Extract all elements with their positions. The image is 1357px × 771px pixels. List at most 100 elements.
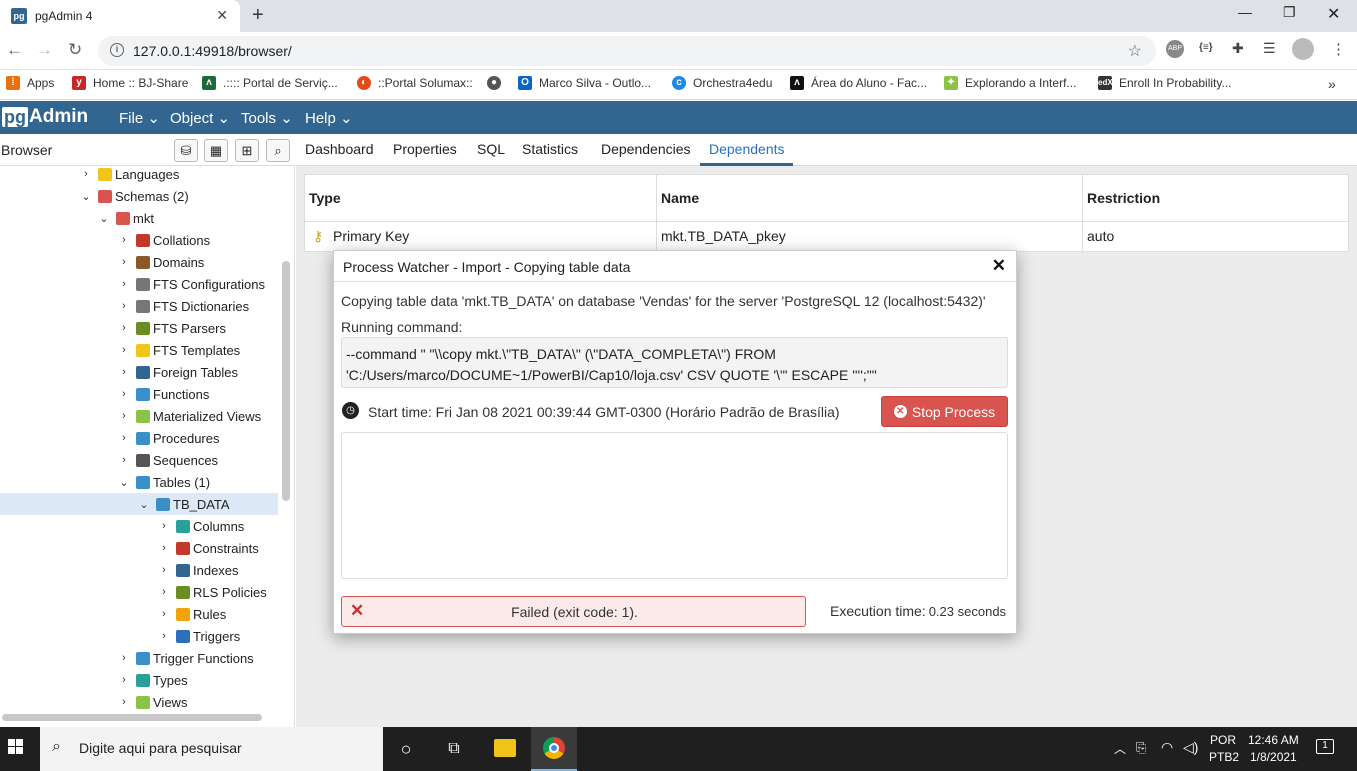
tree-horizontal-scrollbar[interactable] — [2, 714, 262, 721]
menu-object[interactable]: Object ⌄ — [170, 109, 230, 127]
tree-item-collations[interactable]: › Collations — [0, 229, 278, 251]
taskbar-search-box[interactable]: ⌕ Digite aqui para pesquisar — [40, 727, 383, 771]
forward-icon[interactable]: → — [36, 40, 53, 60]
tree-chevron-icon[interactable]: › — [118, 300, 130, 312]
network-icon[interactable]: ⎘ — [1136, 740, 1146, 756]
table-cell-type[interactable]: Primary Key — [333, 228, 409, 244]
tree-item-materialized-views[interactable]: › Materialized Views — [0, 405, 278, 427]
tree-item-fts-parsers[interactable]: › FTS Parsers — [0, 317, 278, 339]
wifi-icon[interactable]: ◠ — [1161, 739, 1173, 756]
tree-item-schemas-2[interactable]: ⌄ Schemas (2) — [0, 185, 278, 207]
pgadmin-logo[interactable]: pg Admin — [2, 106, 88, 128]
tab-dependencies[interactable]: Dependencies — [601, 141, 691, 157]
tree-item-tables-1[interactable]: ⌄ Tables (1) — [0, 471, 278, 493]
tab-properties[interactable]: Properties — [393, 141, 457, 157]
tree-item-domains[interactable]: › Domains — [0, 251, 278, 273]
show-hidden-icons-icon[interactable]: ︿ — [1114, 740, 1126, 757]
bookmark-star-icon[interactable]: ☆ — [1128, 41, 1142, 61]
tree-item-indexes[interactable]: › Indexes — [0, 559, 278, 581]
tree-chevron-icon[interactable]: › — [158, 630, 170, 642]
chrome-taskbar-button[interactable] — [531, 727, 577, 771]
address-bar[interactable]: i 127.0.0.1:49918/browser/ ☆ — [98, 36, 1156, 66]
bookmark-area-aluno[interactable]: ʌ Área do Aluno - Fac... — [790, 76, 927, 90]
volume-icon[interactable]: ◁) — [1183, 739, 1198, 756]
tree-chevron-icon[interactable]: › — [80, 168, 92, 180]
tree-item-foreign-tables[interactable]: › Foreign Tables — [0, 361, 278, 383]
restore-icon[interactable]: ❐ — [1283, 4, 1296, 21]
tree-chevron-icon[interactable]: › — [118, 696, 130, 708]
adblock-icon[interactable]: ABP — [1166, 40, 1184, 58]
tree-item-triggers[interactable]: › Triggers — [0, 625, 278, 647]
tree-chevron-icon[interactable]: › — [158, 586, 170, 598]
view-data-button[interactable]: ▦ — [204, 139, 228, 162]
tab-dashboard[interactable]: Dashboard — [305, 141, 374, 157]
process-log-area[interactable] — [341, 432, 1008, 579]
bookmark-apps[interactable]: ⁞ Apps — [6, 76, 54, 90]
json-viewer-icon[interactable]: {≡} — [1199, 42, 1213, 53]
browser-tab[interactable]: pg pgAdmin 4 ✕ — [0, 0, 240, 32]
menu-dots-icon[interactable]: ⋮ — [1331, 40, 1346, 58]
tree-item-sequences[interactable]: › Sequences — [0, 449, 278, 471]
clock-date[interactable]: 1/8/2021 — [1250, 750, 1297, 764]
bookmark-orchestra[interactable]: c Orchestra4edu — [672, 76, 772, 90]
tree-chevron-icon[interactable]: › — [118, 278, 130, 290]
bookmark-solumax[interactable]: ◐::Portal Solumax:: — [357, 76, 473, 90]
close-icon[interactable]: ✕ — [992, 256, 1006, 276]
tree-chevron-icon[interactable]: › — [118, 410, 130, 422]
tree-item-rules[interactable]: › Rules — [0, 603, 278, 625]
tree-chevron-icon[interactable]: ⌄ — [80, 190, 92, 203]
close-tab-icon[interactable]: ✕ — [216, 7, 228, 24]
tree-chevron-icon[interactable]: › — [118, 454, 130, 466]
bookmark-globe[interactable]: ● — [487, 76, 508, 90]
profile-avatar[interactable] — [1292, 38, 1314, 60]
menu-file[interactable]: File ⌄ — [119, 109, 160, 127]
tree-vertical-scrollbar[interactable] — [282, 261, 290, 501]
new-tab-icon[interactable]: + — [252, 4, 264, 27]
tree-item-functions[interactable]: › Functions — [0, 383, 278, 405]
windows-start-icon[interactable] — [8, 739, 24, 755]
tree-chevron-icon[interactable]: › — [118, 322, 130, 334]
tree-chevron-icon[interactable]: › — [118, 366, 130, 378]
menu-tools[interactable]: Tools ⌄ — [241, 109, 293, 127]
reload-icon[interactable]: ↻ — [68, 40, 82, 60]
tree-item-columns[interactable]: › Columns — [0, 515, 278, 537]
tree-chevron-icon[interactable]: › — [158, 564, 170, 576]
clock-time[interactable]: 12:46 AM — [1248, 733, 1299, 747]
tree-item-types[interactable]: › Types — [0, 669, 278, 691]
tree-chevron-icon[interactable]: › — [118, 388, 130, 400]
stop-process-button[interactable]: ✕ Stop Process — [881, 396, 1008, 427]
tab-statistics[interactable]: Statistics — [522, 141, 578, 157]
extensions-puzzle-icon[interactable]: ✚ — [1232, 40, 1244, 57]
reading-list-icon[interactable]: ☰ — [1263, 40, 1276, 57]
bookmark-explorando[interactable]: ✦ Explorando a Interf... — [944, 76, 1076, 90]
tree-chevron-icon[interactable]: › — [158, 542, 170, 554]
close-window-icon[interactable]: ✕ — [1327, 4, 1340, 24]
tree-chevron-icon[interactable]: › — [158, 520, 170, 532]
column-header-name[interactable]: Name — [661, 190, 699, 206]
tree-item-constraints[interactable]: › Constraints — [0, 537, 278, 559]
query-tool-button[interactable]: ⛁ — [174, 139, 198, 162]
tree-chevron-icon[interactable]: › — [118, 652, 130, 664]
tree-chevron-icon[interactable]: › — [118, 344, 130, 356]
tab-sql[interactable]: SQL — [477, 141, 505, 157]
table-cell-name[interactable]: mkt.TB_DATA_pkey — [661, 228, 786, 244]
search-objects-button[interactable]: ⌕ — [266, 139, 290, 162]
tree-item-rls-policies[interactable]: › RLS Policies — [0, 581, 278, 603]
tree-chevron-icon[interactable]: › — [158, 608, 170, 620]
column-header-type[interactable]: Type — [309, 190, 341, 206]
minimize-icon[interactable]: — — [1238, 4, 1252, 20]
bookmark-portal-servicos[interactable]: ʌ.:::: Portal de Serviç... — [202, 76, 338, 90]
url-text[interactable]: 127.0.0.1:49918/browser/ — [133, 43, 292, 59]
more-bookmarks-icon[interactable]: » — [1328, 76, 1336, 92]
tree-item-mkt[interactable]: ⌄ mkt — [0, 207, 278, 229]
bookmark-bj-share[interactable]: y Home :: BJ-Share — [72, 76, 188, 90]
column-header-restriction[interactable]: Restriction — [1087, 190, 1160, 206]
tree-chevron-icon[interactable]: › — [118, 234, 130, 246]
task-view-icon[interactable]: ⧉ — [442, 737, 466, 761]
language-bottom[interactable]: PTB2 — [1209, 750, 1239, 764]
language-top[interactable]: POR — [1210, 733, 1236, 747]
site-info-icon[interactable]: i — [110, 43, 124, 57]
tree-item-fts-templates[interactable]: › FTS Templates — [0, 339, 278, 361]
tree-chevron-icon[interactable]: › — [118, 256, 130, 268]
tree-chevron-icon[interactable]: › — [118, 674, 130, 686]
